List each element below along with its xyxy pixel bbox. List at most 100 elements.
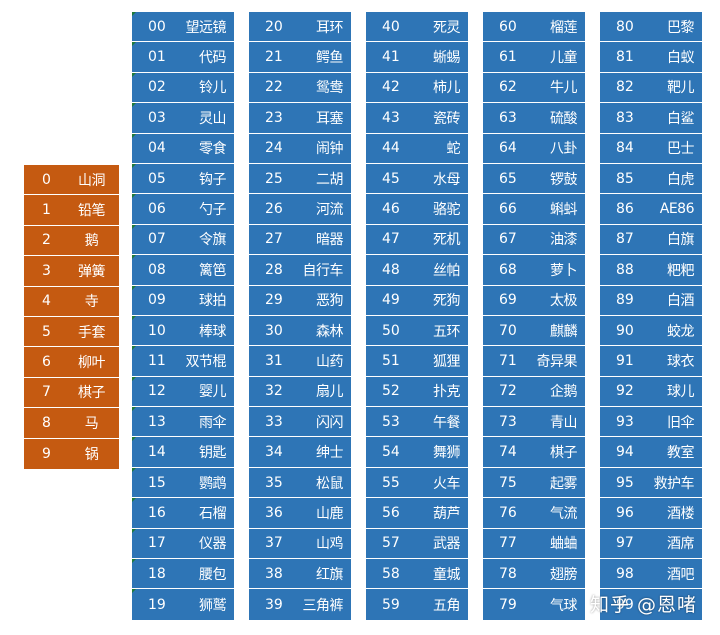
two-digit-table-40-59: 40 死灵 41 蜥蜴 42 柿儿 43 瓷砖 44 蛇 45 水母 46 骆驼 47 死机 48 丝帕 49 死狗 5… [366, 12, 468, 620]
row-word: 蛇 [446, 141, 461, 158]
row-number: 05 [148, 170, 166, 187]
row-number: 83 [616, 109, 634, 126]
row-number: 93 [616, 413, 634, 430]
row-word: 红旗 [316, 566, 344, 583]
row-word: 酒楼 [667, 505, 695, 522]
row-number: 50 [382, 322, 400, 339]
row-number: 55 [382, 474, 400, 491]
row-word: 河流 [316, 202, 344, 219]
table-row: 70 麒麟 [483, 315, 585, 347]
row-number: 59 [382, 596, 400, 613]
row-word: 锅 [84, 446, 99, 463]
row-number: 58 [382, 565, 400, 582]
row-number: 87 [616, 231, 634, 248]
table-row: 05 钩子 [132, 163, 234, 195]
row-word: 闪闪 [316, 414, 344, 431]
row-word: 青山 [550, 414, 578, 431]
row-number: 69 [499, 292, 517, 309]
row-word: 铃儿 [199, 80, 227, 97]
comment-marker-icon [132, 42, 136, 47]
row-word: 柳叶 [78, 355, 106, 372]
row-word: 白旗 [667, 232, 695, 249]
table-row: 88 粑粑 [600, 255, 702, 286]
row-word: 雨伞 [199, 414, 227, 431]
row-word: 恶狗 [316, 293, 344, 310]
comment-marker-icon [132, 133, 136, 138]
row-word: 钥匙 [199, 445, 227, 462]
table-row: 74 棋子 [483, 437, 585, 468]
row-word: 白虎 [667, 171, 695, 188]
table-row: 65 锣鼓 [483, 163, 585, 195]
row-word: 棋子 [550, 445, 578, 462]
row-number: 47 [382, 231, 400, 248]
row-word: 松鼠 [316, 475, 344, 492]
table-row: 86 AE86 [600, 194, 702, 225]
row-word: 扇儿 [316, 384, 344, 401]
row-word: 球儿 [667, 384, 695, 401]
row-number: 49 [382, 292, 400, 309]
table-row: 33 闪闪 [249, 407, 351, 438]
table-row: 61 儿童 [483, 42, 585, 73]
row-word: 巴黎 [667, 19, 695, 36]
table-row: 9锅 [24, 438, 119, 469]
row-word: 巴士 [667, 141, 695, 158]
row-number: 42 [382, 79, 400, 96]
table-row: 14 钥匙 [132, 437, 234, 468]
table-row: 38 红旗 [249, 559, 351, 590]
row-number: 48 [382, 261, 400, 278]
table-row: 49 死狗 [366, 285, 468, 316]
table-row: 63 硫酸 [483, 103, 585, 134]
table-row: 27 暗器 [249, 224, 351, 256]
table-row: 6 柳叶 [24, 347, 119, 378]
row-number: 86 [616, 201, 634, 218]
row-word: 牛儿 [550, 80, 578, 97]
row-number: 89 [616, 292, 634, 309]
table-row: 15 鹦鹉 [132, 467, 234, 499]
row-word: 气流 [550, 505, 578, 522]
comment-marker-icon [132, 315, 136, 320]
row-word: 柿儿 [433, 80, 461, 97]
table-row: 67 油漆 [483, 224, 585, 256]
row-number: 27 [265, 231, 283, 248]
row-number: 2 [42, 232, 51, 249]
table-row: 4寺 [24, 286, 119, 317]
row-word: 麒麟 [550, 323, 578, 340]
table-row: 83 白鲨 [600, 103, 702, 134]
row-number: 94 [616, 444, 634, 461]
table-row: 44 蛇 [366, 133, 468, 164]
row-number: 78 [499, 565, 517, 582]
table-row: 68 萝卜 [483, 255, 585, 286]
row-number: 75 [499, 474, 517, 491]
table-row: 10 棒球 [132, 315, 234, 347]
row-number: 0 [42, 171, 51, 188]
table-row: 62 牛儿 [483, 72, 585, 104]
comment-marker-icon [132, 376, 136, 381]
row-word: 令旗 [199, 232, 227, 249]
row-number: 17 [148, 535, 166, 552]
comment-marker-icon [132, 194, 136, 199]
row-word: 起雾 [550, 475, 578, 492]
row-number: 16 [148, 504, 166, 521]
two-digit-table-20-39: 20 耳环 21 鳄鱼 22 鸳鸯 23 耳塞 24 闹钟 25 二胡 26 河流 27 暗器 28 自行车 29 恶… [249, 12, 351, 620]
comment-marker-icon [132, 407, 136, 412]
table-row: 42 柿儿 [366, 72, 468, 104]
row-word: 葫芦 [433, 505, 461, 522]
row-number: 15 [148, 474, 166, 491]
row-number: 90 [616, 322, 634, 339]
row-word: 硫酸 [550, 110, 578, 127]
row-word: 寺 [84, 294, 99, 311]
row-number: 21 [265, 49, 283, 66]
row-word: 儿童 [550, 50, 578, 67]
row-number: 11 [148, 352, 166, 369]
table-row: 48 丝帕 [366, 255, 468, 286]
row-number: 37 [265, 535, 283, 552]
table-row: 22 鸳鸯 [249, 72, 351, 104]
table-row: 56 葫芦 [366, 498, 468, 529]
table-row: 85 白虎 [600, 163, 702, 195]
table-row: 47 死机 [366, 224, 468, 256]
row-number: 98 [616, 565, 634, 582]
row-number: 30 [265, 322, 283, 339]
table-row: 20 耳环 [249, 12, 351, 43]
row-word: 企鹅 [550, 384, 578, 401]
table-row: 94 教室 [600, 437, 702, 468]
